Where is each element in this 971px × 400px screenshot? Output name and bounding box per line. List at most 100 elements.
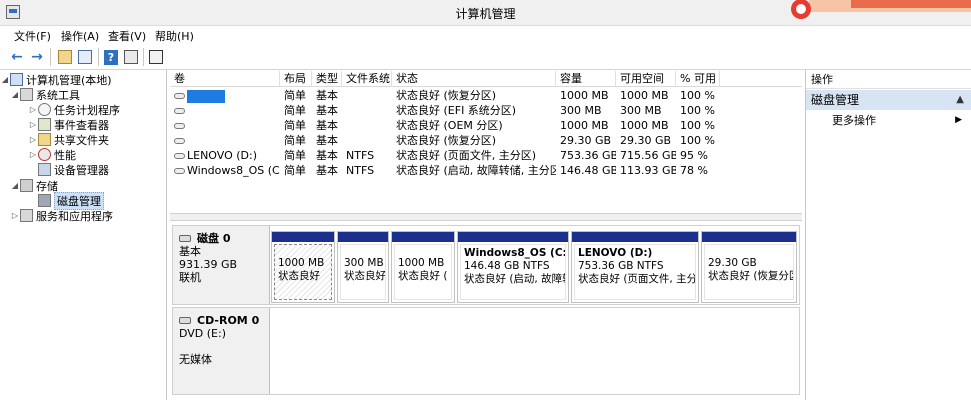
volume-row[interactable]: Windows8_OS (C:) 简单 基本 NTFS 状态良好 (启动, 故障转储, …: [170, 163, 802, 178]
volume-fs-cell: [342, 103, 392, 118]
column-header-capacity[interactable]: 容量: [556, 71, 616, 87]
tree-item-disk-management[interactable]: 磁盘管理: [28, 191, 104, 210]
collapse-arrow-icon[interactable]: ◢: [10, 90, 20, 99]
toolbar: ← → ?: [0, 44, 971, 70]
logo-watermark: [791, 0, 971, 22]
volume-name-cell: LENOVO (D:): [170, 148, 280, 163]
clock-icon: [38, 103, 51, 116]
disk-management-pane: 卷 布局 类型 文件系统 状态 容量 可用空间 % 可用 简单 基本 状态良好 (恢…: [170, 70, 802, 400]
tree-item-event-viewer[interactable]: ▷ 事件查看器: [28, 117, 109, 132]
volume-row[interactable]: LENOVO (D:) 简单 基本 NTFS 状态良好 (页面文件, 主分区) 753.3…: [170, 148, 802, 163]
volume-fs-cell: [342, 88, 392, 103]
tree-item-shared-folders[interactable]: ▷ 共享文件夹: [28, 132, 109, 147]
column-header-layout[interactable]: 布局: [280, 71, 312, 87]
partition-c-drive[interactable]: Windows8_OS (C:) 146.48 GB NTFS 状态良好 (启动…: [457, 231, 569, 303]
tree-item-system-tools[interactable]: ◢ 系统工具: [10, 87, 80, 102]
collapse-arrow-icon[interactable]: ◢: [0, 75, 10, 84]
volume-name-cell: [170, 88, 280, 103]
back-arrow-icon[interactable]: ←: [8, 48, 26, 66]
volume-row[interactable]: 简单 基本 状态良好 (恢复分区) 29.30 GB 29.30 GB 100 %: [170, 133, 802, 148]
submenu-arrow-icon: ▶: [955, 115, 962, 125]
volume-free-cell: 715.56 GB: [620, 149, 676, 162]
volume-type-cell: 基本: [316, 89, 338, 102]
tree-item-task-scheduler[interactable]: ▷ 任务计划程序: [28, 102, 120, 117]
volume-row[interactable]: 简单 基本 状态良好 (恢复分区) 1000 MB 1000 MB 100 %: [170, 88, 802, 103]
volume-icon: [174, 138, 185, 144]
column-header-volume[interactable]: 卷: [170, 71, 280, 87]
partition-recovery-2[interactable]: 29.30 GB 状态良好 (恢复分区): [701, 231, 797, 303]
actions-section-disk-management[interactable]: 磁盘管理 ▲: [806, 90, 971, 110]
volume-layout-cell: 简单: [284, 149, 306, 162]
more-actions-item[interactable]: 更多操作 ▶: [806, 112, 971, 129]
expand-arrow-icon[interactable]: ▷: [28, 135, 38, 144]
properties-icon[interactable]: [122, 48, 140, 66]
shared-folder-icon: [38, 133, 51, 146]
expand-arrow-icon[interactable]: ▷: [28, 120, 38, 129]
partition-efi[interactable]: 300 MB 状态良好: [337, 231, 389, 303]
column-header-percent-free[interactable]: % 可用: [676, 71, 720, 87]
column-header-filesystem[interactable]: 文件系统: [342, 71, 392, 87]
collapse-triangle-icon[interactable]: ▲: [956, 90, 964, 110]
cd-rom-icon: [179, 317, 191, 324]
partition-recovery-1[interactable]: 1000 MB 状态良好: [271, 231, 335, 303]
volume-name-cell: [170, 118, 280, 133]
navigation-tree: ◢ 计算机管理(本地) ◢ 系统工具 ▷ 任务计划程序 ▷ 事件查看器 ▷ 共享…: [0, 70, 167, 400]
event-log-icon: [38, 118, 51, 131]
disk-info-disk0: 磁盘 0 基本 931.39 GB 联机: [173, 226, 270, 304]
volume-capacity-cell: 1000 MB: [560, 119, 609, 132]
tree-item-device-manager[interactable]: 设备管理器: [28, 162, 109, 177]
help-icon[interactable]: ?: [102, 48, 120, 66]
column-header-free-space[interactable]: 可用空间: [616, 71, 676, 87]
volume-type-cell: 基本: [316, 119, 338, 132]
menu-action[interactable]: 操作(A): [61, 28, 99, 44]
volume-free-cell: 1000 MB: [620, 89, 669, 102]
volume-status-cell: 状态良好 (EFI 系统分区): [396, 104, 517, 117]
disk-icon: [38, 194, 51, 207]
export-list-icon[interactable]: [147, 48, 165, 66]
disk-info-cdrom0: CD-ROM 0 DVD (E:) 无媒体: [173, 308, 270, 394]
volume-row[interactable]: 简单 基本 状态良好 (EFI 系统分区) 300 MB 300 MB 100 %: [170, 103, 802, 118]
expand-arrow-icon[interactable]: ▷: [28, 105, 38, 114]
up-folder-icon[interactable]: [56, 48, 74, 66]
partition-oem[interactable]: 1000 MB 状态良好 (: [391, 231, 455, 303]
title-bar: 计算机管理: [0, 0, 971, 26]
forward-arrow-icon[interactable]: →: [28, 48, 46, 66]
actions-title: 操作: [806, 71, 971, 89]
volume-fs-cell: NTFS: [346, 164, 375, 177]
volume-layout-cell: 简单: [284, 164, 306, 177]
volume-row[interactable]: 简单 基本 状态良好 (OEM 分区) 1000 MB 1000 MB 100 %: [170, 118, 802, 133]
volume-name-cell: [170, 133, 280, 148]
disk-row-disk0[interactable]: 磁盘 0 基本 931.39 GB 联机 1000 MB 状态良好 300 MB…: [172, 225, 800, 305]
volume-name-cell: Windows8_OS (C:): [170, 163, 280, 178]
menu-view[interactable]: 查看(V): [108, 28, 146, 44]
services-icon: [20, 209, 33, 222]
volume-list-header: 卷 布局 类型 文件系统 状态 容量 可用空间 % 可用: [170, 71, 802, 87]
volume-icon: [174, 153, 185, 159]
disk-row-cdrom0[interactable]: CD-ROM 0 DVD (E:) 无媒体: [172, 307, 800, 395]
volume-list: 卷 布局 类型 文件系统 状态 容量 可用空间 % 可用 简单 基本 状态良好 (恢…: [170, 70, 802, 215]
expand-arrow-icon[interactable]: ▷: [28, 150, 38, 159]
tree-item-performance[interactable]: ▷ 性能: [28, 147, 76, 162]
volume-capacity-cell: 29.30 GB: [560, 134, 612, 147]
partition-d-drive[interactable]: LENOVO (D:) 753.36 GB NTFS 状态良好 (页面文件, 主…: [571, 231, 699, 303]
volume-fs-cell: [342, 133, 392, 148]
volume-type-cell: 基本: [316, 134, 338, 147]
volume-icon: [174, 93, 185, 99]
disk-graphical-view: 磁盘 0 基本 931.39 GB 联机 1000 MB 状态良好 300 MB…: [170, 221, 802, 400]
pane-splitter[interactable]: [170, 213, 802, 221]
column-header-status[interactable]: 状态: [392, 71, 556, 87]
tree-item-storage[interactable]: ◢ 存储: [10, 178, 58, 193]
menu-help[interactable]: 帮助(H): [155, 28, 194, 44]
volume-capacity-cell: 1000 MB: [560, 89, 609, 102]
volume-icon: [174, 123, 185, 129]
expand-arrow-icon[interactable]: ▷: [10, 211, 20, 220]
menu-file[interactable]: 文件(F): [14, 28, 51, 44]
tree-item-services-apps[interactable]: ▷ 服务和应用程序: [10, 208, 113, 223]
volume-free-cell: 29.30 GB: [620, 134, 672, 147]
show-tree-icon[interactable]: [76, 48, 94, 66]
collapse-arrow-icon[interactable]: ◢: [10, 181, 20, 190]
tree-item-computer-management[interactable]: ◢ 计算机管理(本地): [0, 72, 112, 87]
volume-status-cell: 状态良好 (启动, 故障转储, 主分区): [396, 164, 556, 177]
volume-type-cell: 基本: [316, 104, 338, 117]
column-header-type[interactable]: 类型: [312, 71, 342, 87]
